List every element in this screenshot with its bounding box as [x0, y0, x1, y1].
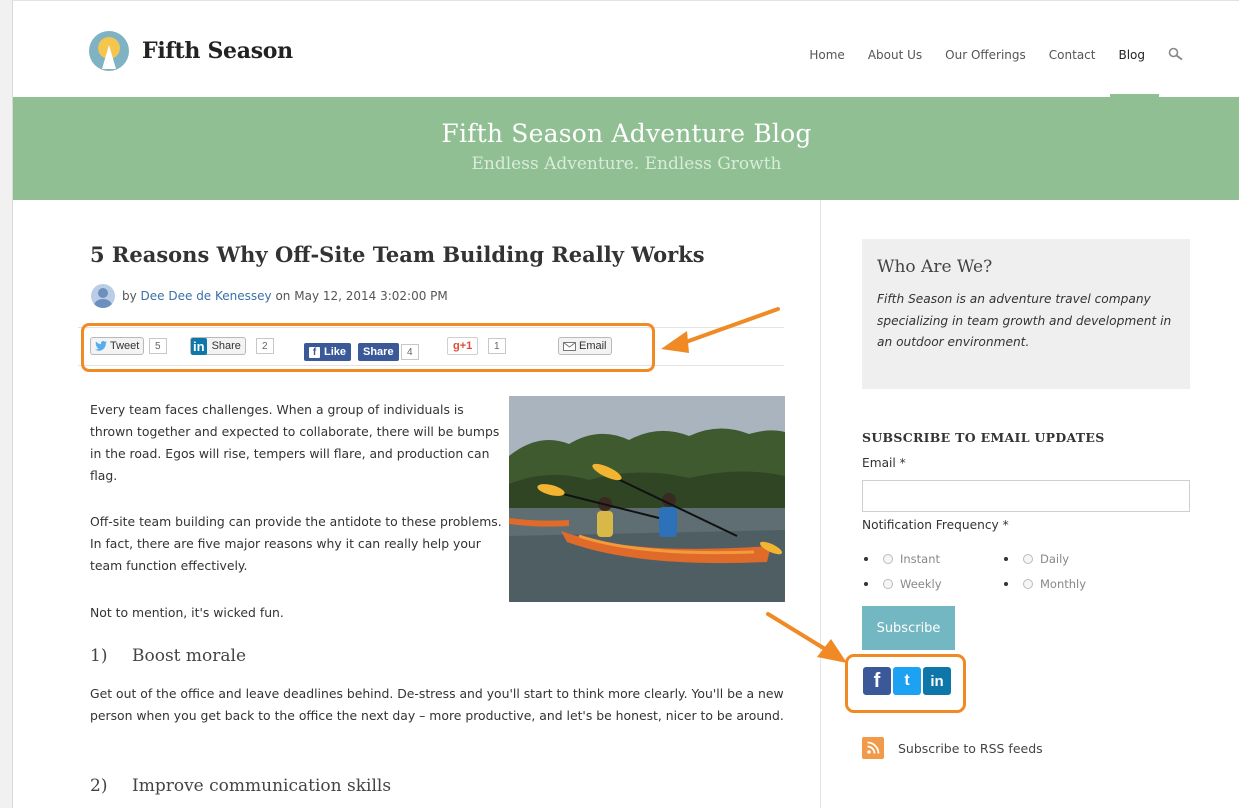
post-date: on May 12, 2014 3:02:00 PM [275, 289, 448, 303]
section-2-heading: 2) Improve communication skills [90, 776, 391, 796]
subscribe-heading: SUBSCRIBE TO EMAIL UPDATES [862, 430, 1105, 445]
radio-daily[interactable]: Daily [1004, 552, 1069, 566]
sidebar: Who Are We? Fifth Season is an adventure… [821, 200, 1239, 808]
radio-weekly-label: Weekly [900, 577, 942, 591]
section-1-number: 1) [90, 646, 108, 666]
radio-daily-label: Daily [1040, 552, 1070, 566]
radio-circle-icon [1023, 554, 1033, 564]
paragraph-3: Not to mention, it's wicked fun. [90, 605, 284, 620]
radio-circle-icon [1023, 579, 1033, 589]
radio-circle-icon [883, 554, 893, 564]
radio-circle-icon [883, 579, 893, 589]
social-icons-highlight [845, 654, 966, 713]
site-header: Fifth Season Home About Us Our Offerings… [13, 1, 1239, 97]
section-2-number: 2) [90, 776, 108, 796]
rss-link[interactable]: Subscribe to RSS feeds [862, 737, 1043, 759]
kayakers-photo [509, 396, 785, 602]
section-1-title: Boost morale [132, 646, 247, 666]
radio-monthly-label: Monthly [1040, 577, 1087, 591]
rss-icon [862, 737, 884, 759]
who-text: Fifth Season is an adventure travel comp… [877, 292, 1172, 349]
nav-about-us[interactable]: About Us [868, 48, 922, 62]
nav-contact[interactable]: Contact [1049, 48, 1096, 62]
email-field[interactable] [862, 480, 1190, 512]
site-logo[interactable]: Fifth Season [89, 31, 293, 71]
who-are-we-box: Who Are We? Fifth Season is an adventure… [862, 239, 1190, 389]
logo-sun-tree-icon [89, 31, 129, 71]
byline-by: by [122, 289, 137, 303]
author-link[interactable]: Dee Dee de Kenessey [141, 289, 272, 303]
subscribe-button[interactable]: Subscribe [862, 606, 955, 650]
nav-blog[interactable]: Blog [1118, 48, 1145, 62]
section-1-text: Get out of the office and leave deadline… [90, 686, 784, 723]
radio-weekly[interactable]: Weekly [864, 577, 942, 591]
radio-instant-label: Instant [900, 552, 941, 566]
post-title: 5 Reasons Why Off-Site Team Building Rea… [90, 242, 705, 267]
email-label: Email * [862, 456, 906, 470]
section-1-heading: 1) Boost morale [90, 646, 246, 666]
nav-home[interactable]: Home [809, 48, 844, 62]
page-frame: Fifth Season Home About Us Our Offerings… [12, 0, 1239, 808]
share-bar-highlight [81, 323, 655, 372]
blog-banner: Fifth Season Adventure Blog Endless Adve… [13, 97, 1239, 200]
who-title: Who Are We? [877, 257, 993, 277]
paragraph-1: Every team faces challenges. When a grou… [90, 402, 500, 483]
radio-monthly[interactable]: Monthly [1004, 577, 1086, 591]
post-meta: by Dee Dee de Kenessey on May 12, 2014 3… [91, 284, 448, 308]
nav-our-offerings[interactable]: Our Offerings [945, 48, 1026, 62]
rss-label: Subscribe to RSS feeds [898, 740, 1043, 756]
frequency-label: Notification Frequency * [862, 518, 1009, 532]
radio-instant[interactable]: Instant [864, 552, 940, 566]
search-icon[interactable] [1168, 47, 1184, 63]
post-content: 5 Reasons Why Off-Site Team Building Rea… [13, 200, 821, 808]
main-nav: Home About Us Our Offerings Contact Blog [809, 47, 1184, 63]
banner-subtitle: Endless Adventure. Endless Growth [471, 154, 782, 174]
banner-title: Fifth Season Adventure Blog [441, 119, 812, 148]
avatar-person-icon [91, 284, 115, 308]
logo-text: Fifth Season [142, 38, 293, 64]
section-2-title: Improve communication skills [132, 776, 392, 796]
paragraph-2: Off-site team building can provide the a… [90, 514, 502, 573]
